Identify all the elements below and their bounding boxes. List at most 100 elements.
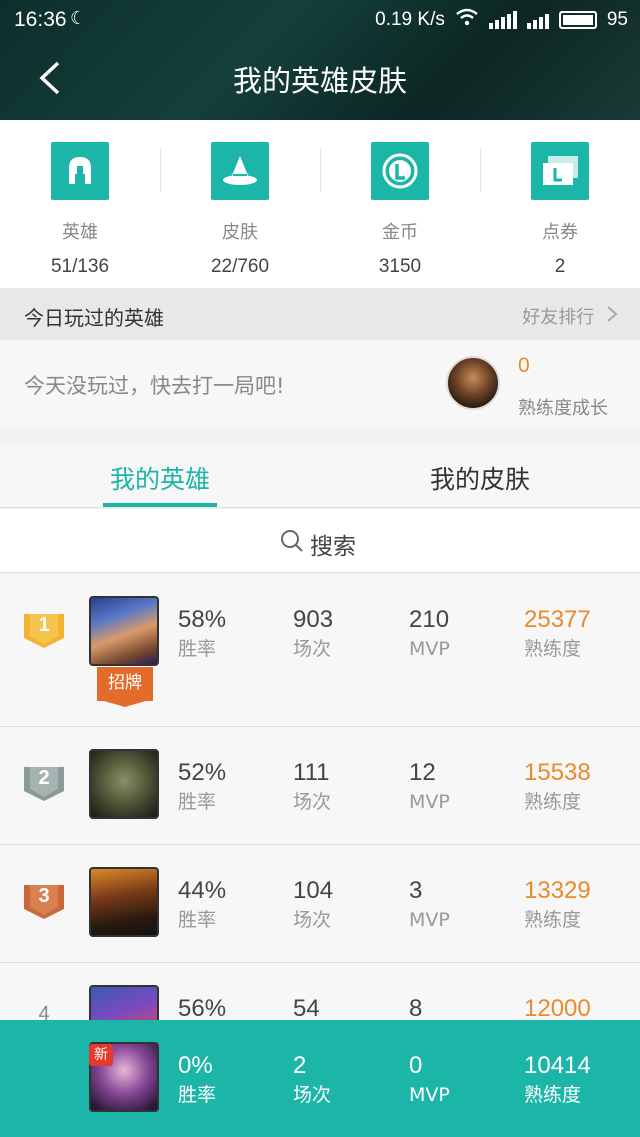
- matches-value: 54: [293, 995, 320, 1020]
- network-speed: 0.19 K/s: [375, 9, 445, 30]
- today-section-header: 今日玩过的英雄 好友排行: [0, 288, 640, 340]
- proficiency-value: 10414: [524, 1052, 591, 1079]
- section-title: 今日玩过的英雄: [24, 306, 164, 330]
- page-title: 我的英雄皮肤: [232, 64, 407, 98]
- ticket-icon: [531, 142, 589, 200]
- rank-number: 3: [38, 885, 50, 907]
- stat-label: 皮肤: [222, 222, 258, 243]
- win-rate-label: 胜率: [178, 909, 217, 931]
- hero-portrait: [89, 749, 159, 819]
- hero-row[interactable]: 1 招牌 58% 胜率 903 场次 210 MVP 25377 熟练度: [0, 574, 640, 727]
- tab-bar: 我的英雄 我的皮肤: [0, 444, 640, 508]
- stat-value: 51/136: [50, 256, 110, 277]
- tab-my-skins[interactable]: 我的皮肤: [320, 460, 640, 496]
- rank-badge-silver: 2: [24, 765, 64, 801]
- signature-badge: 招牌: [97, 667, 153, 707]
- hero-avatar[interactable]: [446, 356, 500, 410]
- hero-row[interactable]: 4 56%胜率 54场次 8MVP 12000熟练度: [0, 963, 640, 1020]
- proficiency-value: 15538: [524, 759, 591, 786]
- active-tab-indicator: [103, 503, 217, 507]
- win-rate-label: 胜率: [178, 1084, 217, 1106]
- win-rate-label: 胜率: [178, 638, 217, 660]
- hero-row[interactable]: 2 52% 胜率 111 场次 12 MVP 15538 熟练度: [0, 727, 640, 845]
- mvp-label: MVP: [409, 909, 450, 931]
- proficiency-value: 25377: [524, 606, 591, 633]
- mvp-value: 0: [409, 1052, 423, 1079]
- stat-skins[interactable]: 皮肤 22/760: [160, 120, 320, 288]
- status-bar: 16:36 ☾ 0.19 K/s 95: [0, 0, 640, 40]
- matches-value: 903: [293, 606, 334, 633]
- signal-4g-icon: [526, 11, 549, 29]
- matches-value: 2: [293, 1052, 307, 1079]
- win-rate-value: 44%: [178, 877, 227, 904]
- proficiency-label: 熟练度: [524, 791, 582, 813]
- friend-rank-link[interactable]: 好友排行: [522, 303, 618, 329]
- mvp-label: MVP: [409, 638, 450, 660]
- rank-label: 4: [24, 1001, 64, 1020]
- mvp-value: 12: [409, 759, 436, 786]
- status-time: 16:36: [14, 8, 67, 31]
- matches-label: 场次: [293, 638, 332, 660]
- battery-level: 95: [606, 9, 628, 30]
- rank-badge-bronze: 3: [24, 883, 64, 919]
- proficiency-growth-value: 0: [518, 354, 530, 377]
- search-bar[interactable]: 搜索: [0, 509, 640, 573]
- account-stats: 英雄 51/136 皮肤 22/760 金币 3150 点券 2: [0, 120, 640, 288]
- stat-label: 金币: [382, 222, 418, 243]
- friend-rank-label: 好友排行: [522, 307, 595, 328]
- hero-portrait: [89, 985, 159, 1020]
- moon-icon: ☾: [70, 8, 87, 29]
- hero-portrait: [89, 596, 159, 666]
- mvp-label: MVP: [409, 1084, 450, 1106]
- rank-badge-gold: 1: [24, 612, 64, 648]
- proficiency-label: 熟练度: [524, 909, 582, 931]
- mvp-value: 210: [409, 606, 450, 633]
- win-rate-value: 0%: [178, 1052, 213, 1079]
- proficiency-label: 熟练度: [524, 1084, 582, 1106]
- stat-label: 点券: [542, 222, 578, 243]
- win-rate-value: 58%: [178, 606, 227, 633]
- stat-heroes[interactable]: 英雄 51/136: [0, 120, 160, 288]
- no-play-message: 今天没玩过，快去打一局吧!: [24, 374, 285, 398]
- search-icon: [280, 529, 304, 559]
- hero-portrait: [89, 867, 159, 937]
- stat-value: 2: [554, 256, 566, 277]
- chevron-right-icon: [606, 306, 618, 328]
- rank-number: 1: [38, 614, 50, 636]
- win-rate-value: 52%: [178, 759, 227, 786]
- matches-label: 场次: [293, 909, 332, 931]
- matches-label: 场次: [293, 791, 332, 813]
- proficiency-growth-label: 熟练度成长: [518, 398, 608, 419]
- battery-icon: [558, 11, 597, 29]
- mvp-value: 8: [409, 995, 423, 1020]
- header: 16:36 ☾ 0.19 K/s 95 我的英雄皮肤: [0, 0, 640, 120]
- mvp-value: 3: [409, 877, 423, 904]
- mvp-label: MVP: [409, 791, 450, 813]
- stat-value: 3150: [378, 256, 422, 277]
- tab-my-heroes[interactable]: 我的英雄: [0, 460, 320, 496]
- stat-gold[interactable]: 金币 3150: [320, 120, 480, 288]
- hat-icon: [211, 142, 269, 200]
- new-tag: 新: [89, 1044, 113, 1066]
- matches-value: 111: [293, 759, 330, 786]
- wifi-icon: [455, 8, 479, 32]
- stat-value: 22/760: [210, 256, 270, 277]
- stat-vouchers[interactable]: 点券 2: [480, 120, 640, 288]
- hero-list: 1 招牌 58% 胜率 903 场次 210 MVP 25377 熟练度 2 52% 胜率…: [0, 574, 640, 1020]
- latest-hero-bar[interactable]: 0% 胜率 2 场次 0 MVP 10414 熟练度: [0, 1020, 640, 1137]
- app-screen: 16:36 ☾ 0.19 K/s 95 我的英雄皮肤 英雄 51/136 皮肤 …: [0, 0, 640, 1137]
- hero-row[interactable]: 3 44% 胜率 104 场次 3 MVP 13329 熟练度: [0, 845, 640, 963]
- matches-label: 场次: [293, 1084, 332, 1106]
- proficiency-label: 熟练度: [524, 638, 582, 660]
- rank-number: 2: [38, 767, 50, 789]
- signal-icon: [488, 11, 517, 29]
- rank-number: 4: [38, 1003, 50, 1020]
- helmet-icon: [51, 142, 109, 200]
- proficiency-value: 13329: [524, 877, 591, 904]
- proficiency-value: 12000: [524, 995, 591, 1020]
- win-rate-value: 56%: [178, 995, 227, 1020]
- today-played-card: 今天没玩过，快去打一局吧! 0 熟练度成长: [0, 340, 640, 428]
- coin-icon: [371, 142, 429, 200]
- matches-value: 104: [293, 877, 334, 904]
- search-label: 搜索: [310, 534, 356, 560]
